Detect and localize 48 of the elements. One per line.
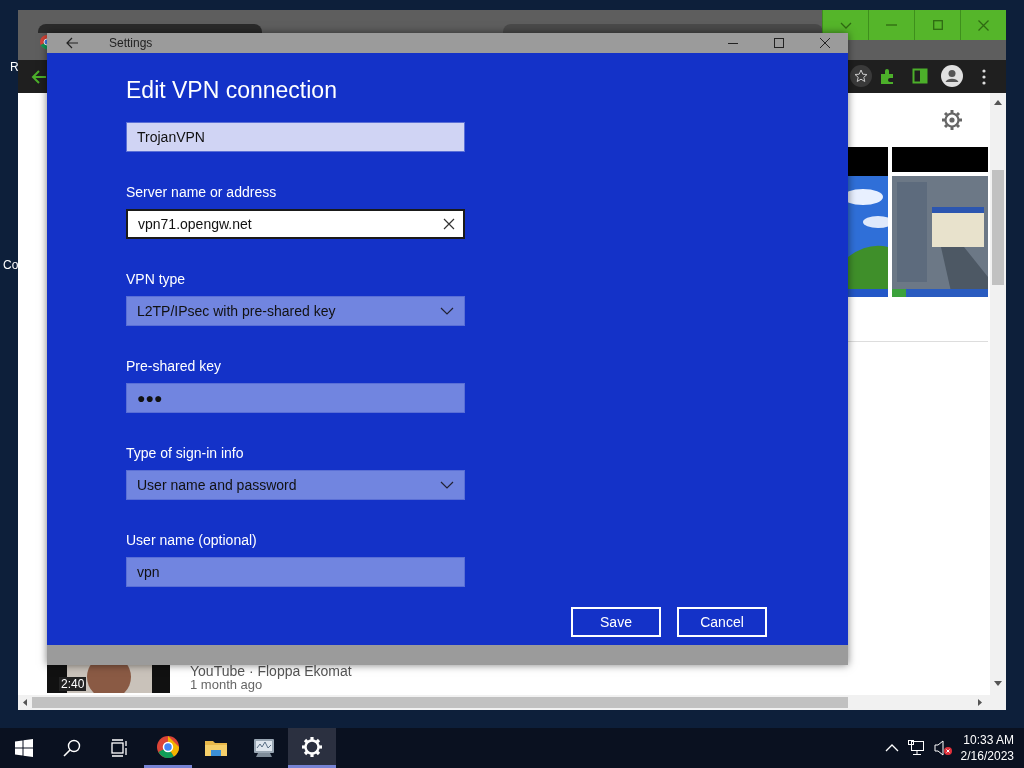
field-label: Server name or address — [126, 183, 278, 201]
dropdown[interactable]: L2TP/IPsec with pre-shared key — [126, 296, 465, 326]
scrollbar[interactable] — [990, 93, 1006, 695]
maximize-icon — [932, 20, 943, 30]
input-field[interactable]: ●●● — [126, 383, 465, 413]
menu-icon[interactable] — [982, 69, 986, 85]
profile-icon[interactable] — [941, 65, 963, 87]
search-icon — [63, 739, 81, 757]
puzzle-icon[interactable] — [878, 67, 896, 85]
volume-muted-icon[interactable] — [932, 740, 953, 756]
page-heading: Edit VPN connection — [126, 77, 338, 103]
input-field[interactable]: TrojanVPN — [126, 122, 465, 152]
windows-icon — [15, 739, 33, 757]
close-icon — [978, 19, 989, 31]
cancel-button[interactable]: Cancel — [677, 607, 767, 637]
monitor-icon — [252, 736, 276, 760]
chevron-up-icon[interactable] — [884, 743, 899, 753]
clear-icon[interactable] — [443, 218, 455, 230]
input-field[interactable]: vpn71.opengw.net — [126, 209, 465, 239]
settings-icon — [300, 734, 324, 759]
dropdown[interactable]: User name and password — [126, 470, 465, 500]
taskbar-app[interactable] — [288, 728, 336, 768]
minimize-icon — [886, 24, 897, 26]
chrome-icon — [156, 734, 180, 759]
task-view-icon — [111, 739, 129, 757]
back-icon[interactable] — [65, 36, 79, 50]
icon-label: Co — [3, 257, 19, 274]
clock[interactable]: 10:33 AM 2/16/2023 — [960, 732, 1024, 764]
back-icon[interactable] — [30, 68, 48, 86]
save-button[interactable]: Save — [571, 607, 661, 637]
field-label: Type of sign-in info — [126, 444, 245, 462]
dropdown-icon — [839, 21, 852, 29]
icon-label: R — [10, 59, 19, 76]
field-label: User name (optional) — [126, 531, 258, 549]
scrollbar[interactable] — [18, 695, 1006, 710]
window-title: Settings — [109, 35, 153, 52]
sidebar-icon[interactable] — [912, 68, 928, 84]
video-age: 1 month ago — [190, 678, 263, 692]
video-source: YouTube · Floppa Ekomat — [190, 662, 352, 680]
close-icon — [820, 38, 830, 48]
minimize-icon — [728, 42, 738, 44]
network-icon[interactable] — [906, 740, 925, 756]
field-label: Pre-shared key — [126, 357, 222, 375]
video-duration: 2:40 — [59, 677, 87, 691]
settings-icon[interactable] — [941, 109, 963, 131]
maximize-icon — [774, 38, 784, 48]
input-field[interactable]: vpn — [126, 557, 465, 587]
field-label: VPN type — [126, 270, 187, 288]
